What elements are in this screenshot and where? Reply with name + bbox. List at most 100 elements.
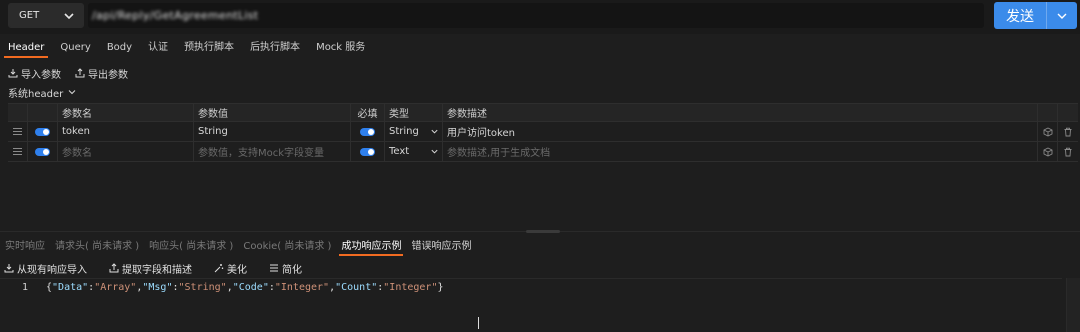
param-name-input[interactable]: 参数名 — [58, 142, 194, 161]
extract-fields-button[interactable]: 提取字段和描述 — [109, 261, 192, 276]
cube-icon — [1043, 126, 1052, 137]
drag-handle-icon — [13, 128, 22, 135]
cube-icon — [1043, 146, 1052, 157]
tab-header[interactable]: Header — [0, 38, 52, 58]
table-row-new: 参数名 参数值，支持Mock字段变量 Text 参数描述,用于生成文档 — [8, 142, 1078, 162]
json-key: "Code" — [232, 282, 269, 293]
import-icon — [4, 264, 14, 273]
export-params-label: 导出参数 — [88, 69, 128, 81]
drag-handle[interactable] — [8, 122, 28, 141]
param-toolbar: 导入参数 导出参数 — [8, 65, 128, 81]
json-value: "Integer" — [383, 282, 438, 293]
import-response-button[interactable]: 从现有响应导入 — [4, 261, 87, 276]
tab-body[interactable]: Body — [99, 38, 140, 58]
request-bar: GET /api/Reply/GetAgreementList 发送 — [0, 0, 1080, 34]
import-response-label: 从现有响应导入 — [17, 264, 87, 276]
mock-button[interactable] — [1038, 142, 1058, 161]
required-toggle[interactable] — [351, 142, 385, 161]
table-row: token String String 用户访问token — [8, 122, 1078, 142]
chevron-down-icon — [64, 13, 74, 20]
enable-toggle[interactable] — [28, 122, 58, 141]
lines-icon — [270, 264, 278, 272]
json-value: "String" — [178, 282, 227, 293]
header-param-value: 参数值 — [194, 104, 351, 121]
code-line: {"Data":"Array","Msg":"String","Code":"I… — [46, 282, 444, 293]
response-example-editor[interactable]: 1 {"Data":"Array","Msg":"String","Code":… — [0, 278, 1062, 332]
json-key: "Data" — [52, 282, 89, 293]
import-params-label: 导入参数 — [21, 69, 61, 81]
drag-handle-icon — [13, 148, 22, 155]
chevron-down-icon — [68, 90, 76, 95]
export-params-button[interactable]: 导出参数 — [75, 66, 128, 81]
extract-fields-label: 提取字段和描述 — [122, 264, 192, 276]
type-select[interactable]: Text — [385, 142, 443, 161]
simplify-label: 简化 — [282, 264, 302, 276]
header-description: 参数描述 — [443, 104, 1038, 121]
tab-cookie[interactable]: Cookie( 尚未请求 ) — [238, 238, 336, 256]
tab-auth[interactable]: 认证 — [140, 38, 176, 58]
toggle-switch — [35, 147, 50, 156]
tab-pre-script[interactable]: 预执行脚本 — [176, 38, 242, 58]
send-dropdown[interactable] — [1047, 10, 1077, 22]
send-label: 发送 — [1006, 8, 1034, 25]
tab-request-headers[interactable]: 请求头( 尚未请求 ) — [50, 238, 144, 256]
system-header-toggle[interactable]: 系统header — [8, 84, 77, 100]
drag-handle[interactable] — [8, 142, 28, 161]
tab-live-response[interactable]: 实时响应 — [0, 238, 50, 256]
json-punctuation: } — [437, 282, 444, 293]
beautify-label: 美化 — [227, 264, 247, 276]
type-select[interactable]: String — [385, 122, 443, 141]
editor-scrollbar[interactable] — [1066, 278, 1080, 332]
delete-button[interactable] — [1058, 142, 1078, 161]
header-action-col — [1038, 104, 1058, 121]
header-type: 类型 — [385, 104, 443, 121]
param-value-input[interactable]: String — [194, 122, 351, 141]
tab-post-script[interactable]: 后执行脚本 — [242, 38, 308, 58]
tab-success-example[interactable]: 成功响应示例 — [336, 238, 406, 256]
magic-wand-icon — [214, 264, 224, 273]
chevron-down-icon — [431, 129, 438, 134]
mock-button[interactable] — [1038, 122, 1058, 141]
tab-query[interactable]: Query — [52, 38, 98, 58]
export-icon — [109, 263, 119, 273]
method-value: GET — [19, 10, 40, 21]
send-button[interactable]: 发送 — [994, 2, 1077, 29]
required-toggle[interactable] — [351, 122, 385, 141]
params-table: 参数名 参数值 必填 类型 参数描述 token String String 用… — [8, 103, 1078, 162]
chevron-down-icon — [431, 149, 438, 154]
export-icon — [75, 68, 85, 78]
simplify-button[interactable]: 简化 — [269, 261, 302, 276]
param-name-input[interactable]: token — [58, 122, 194, 141]
request-tabs: Header Query Body 认证 预执行脚本 后执行脚本 Mock 服务 — [0, 38, 373, 58]
json-key: "Msg" — [142, 282, 173, 293]
pane-resize-handle[interactable] — [526, 230, 560, 233]
tab-response-headers[interactable]: 响应头( 尚未请求 ) — [144, 238, 238, 256]
tab-mock[interactable]: Mock 服务 — [308, 38, 373, 58]
enable-toggle[interactable] — [28, 142, 58, 161]
param-value-input[interactable]: 参数值，支持Mock字段变量 — [194, 142, 351, 161]
response-tabs: 实时响应 请求头( 尚未请求 ) 响应头( 尚未请求 ) Cookie( 尚未请… — [0, 238, 476, 256]
editor-gutter: 1 — [0, 279, 40, 332]
url-input[interactable]: /api/Reply/GetAgreementList — [88, 3, 984, 28]
header-required: 必填 — [351, 104, 385, 121]
type-value: String — [389, 126, 419, 137]
toggle-switch — [35, 127, 50, 136]
trash-icon — [1064, 127, 1072, 136]
tab-error-example[interactable]: 错误响应示例 — [406, 238, 476, 256]
param-description-input[interactable]: 用户访问token — [443, 122, 1038, 141]
import-icon — [8, 69, 18, 78]
toggle-switch — [360, 127, 375, 136]
header-param-name: 参数名 — [58, 104, 194, 121]
json-value: "Integer" — [274, 282, 330, 293]
json-value: "Array" — [94, 282, 137, 293]
system-header-label: 系统header — [8, 88, 64, 100]
param-description-input[interactable]: 参数描述,用于生成文档 — [443, 142, 1038, 161]
type-value: Text — [389, 146, 410, 157]
method-select[interactable]: GET — [8, 3, 84, 28]
delete-button[interactable] — [1058, 122, 1078, 141]
beautify-button[interactable]: 美化 — [214, 261, 247, 276]
import-params-button[interactable]: 导入参数 — [8, 66, 61, 81]
trash-icon — [1064, 147, 1072, 156]
url-value: /api/Reply/GetAgreementList — [92, 9, 259, 22]
json-key: "Count" — [335, 282, 378, 293]
